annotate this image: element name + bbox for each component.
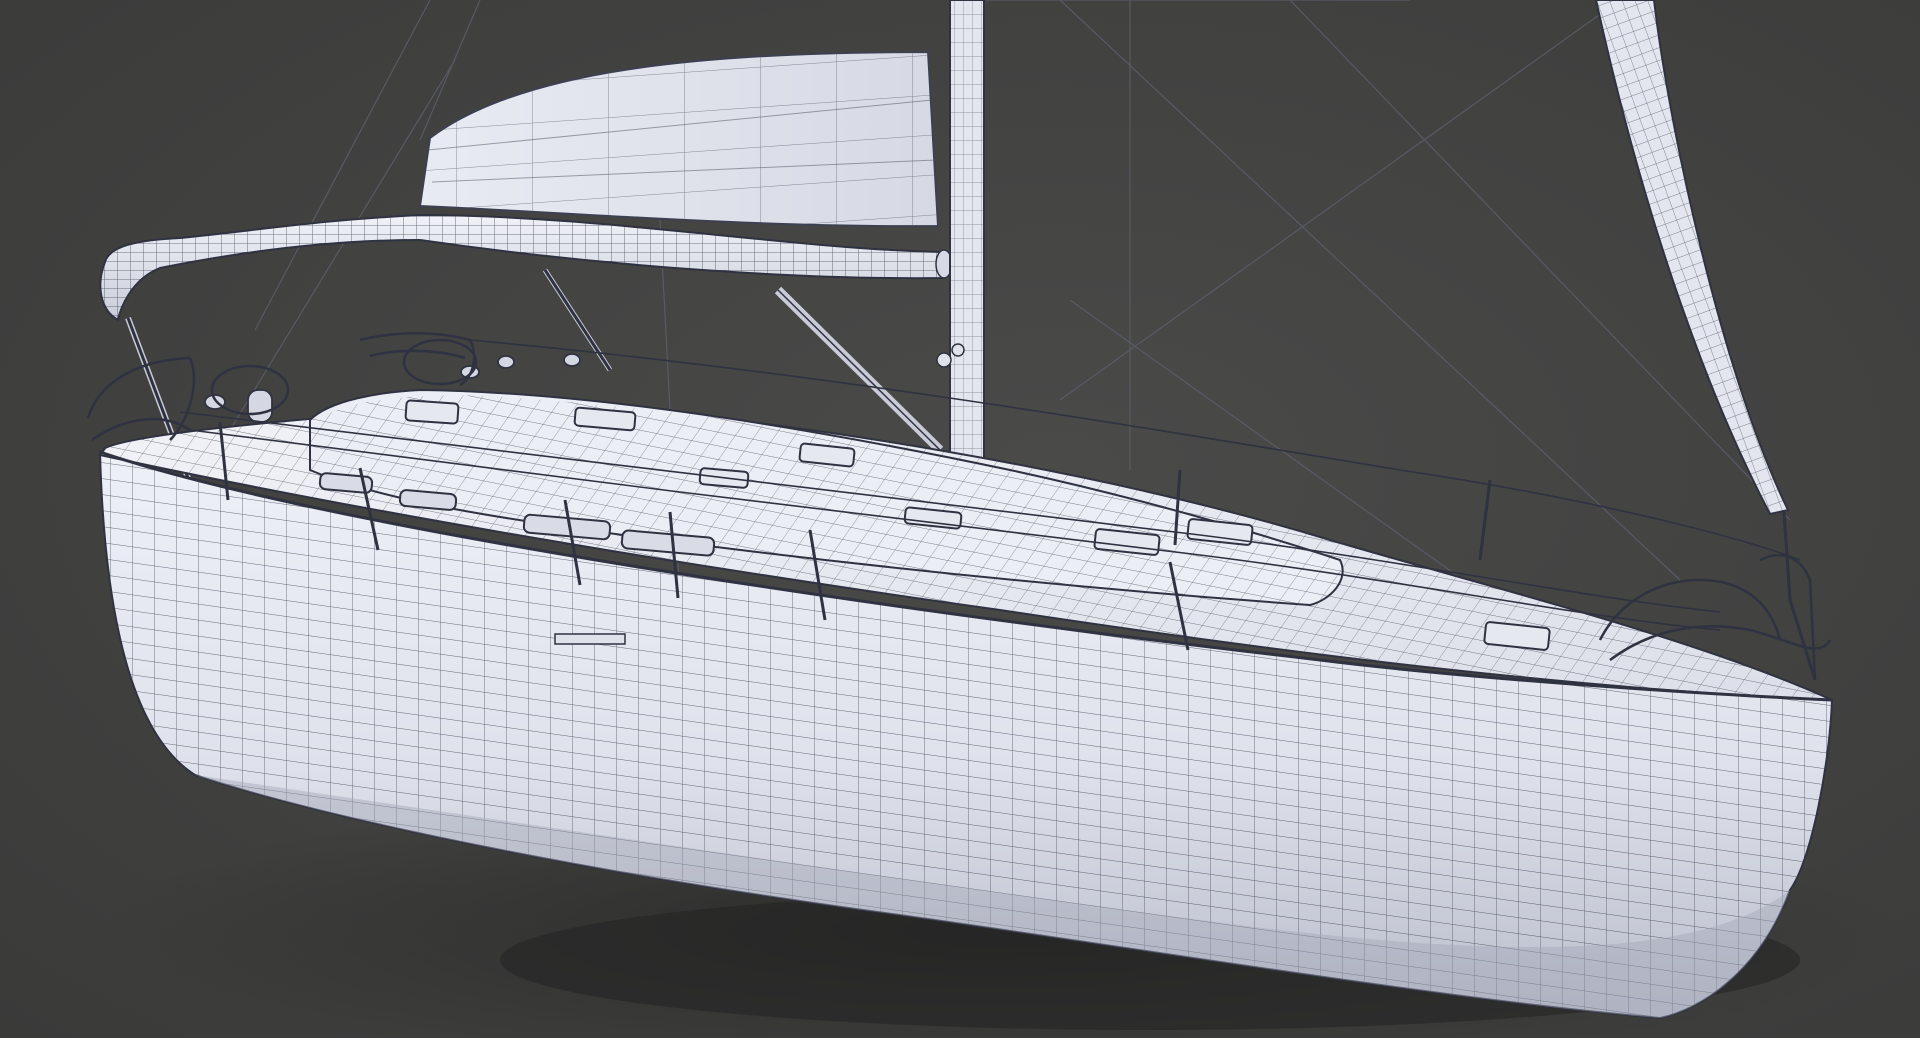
jib-sail <box>1594 0 1817 681</box>
mainsail-panel <box>418 50 940 228</box>
mast <box>936 0 989 483</box>
sailboat-render <box>86 0 1900 1038</box>
boom <box>99 213 953 322</box>
viewport <box>0 0 1920 1038</box>
